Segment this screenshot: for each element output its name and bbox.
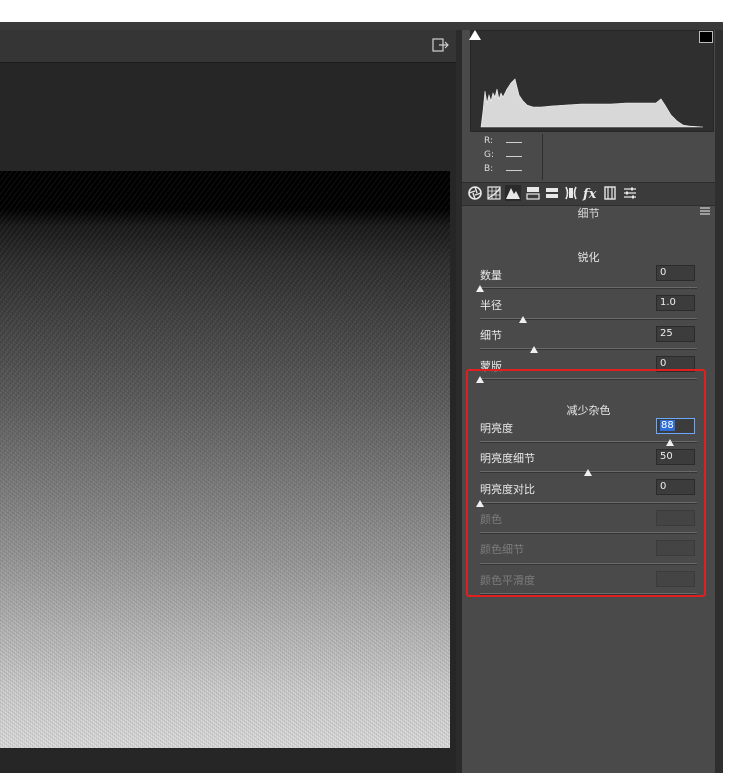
masking-value-field[interactable]: 0 [656,356,695,372]
lens-icon[interactable] [563,185,579,201]
photo-preview [0,171,450,748]
image-preview-area [0,30,456,773]
amount-value-field[interactable]: 0 [656,265,695,281]
color-smoothness-value-field [656,571,695,587]
r-label: R: [484,136,494,146]
basic-aperture-icon[interactable] [467,185,483,201]
color-smoothness-slider-track [480,593,697,595]
hsl-icon[interactable] [525,185,541,201]
preview-toolbar [0,30,456,63]
luminance-slider-track[interactable] [480,441,697,443]
detail-slider-thumb[interactable] [530,346,538,353]
camera-calibration-icon[interactable] [602,185,618,201]
panel-menu-icon[interactable] [699,206,711,216]
rgb-readout: R: G: B: [472,134,543,180]
color-slider-track [480,532,697,534]
amount-slider-thumb[interactable] [476,285,484,292]
b-label: B: [484,164,494,174]
panel-tabs: fx [462,182,715,206]
luminance-slider-thumb[interactable] [666,439,674,446]
masking-label: 蒙版 [480,360,502,373]
luminance-contrast-value-field[interactable]: 0 [656,479,695,495]
tone-curve-icon[interactable] [486,185,502,201]
histogram [468,30,714,132]
highlight-clipping-icon[interactable] [699,31,713,43]
luminance-detail-value-field[interactable]: 50 [656,449,695,465]
luminance-detail-slider-thumb[interactable] [584,469,592,476]
luminance-detail-label: 明亮度细节 [480,452,535,465]
color-detail-slider-track [480,563,697,565]
masking-slider-track[interactable] [480,378,697,380]
photo-noise-texture [0,171,450,748]
color-detail-label: 颜色细节 [480,543,524,556]
split-toning-icon[interactable] [544,185,560,201]
radius-slider-thumb[interactable] [519,316,527,323]
detail-value-field[interactable]: 25 [656,326,695,342]
histogram-graph [480,78,704,128]
luminance-value-selected: 88 [660,420,675,431]
g-label: G: [484,150,495,160]
svg-text:fx: fx [582,187,597,201]
fx-icon[interactable]: fx [582,185,598,202]
luminance-value-field[interactable]: 88 [656,418,695,434]
r-value-dash [506,142,522,143]
noise-reduction-title: 减少杂色 [566,404,611,417]
shadow-clipping-icon[interactable] [468,30,482,42]
export-icon[interactable] [432,37,450,53]
radius-value-field[interactable]: 1.0 [656,295,695,311]
luminance-contrast-slider-thumb[interactable] [476,500,484,507]
color-smoothness-label: 颜色平滑度 [480,574,535,587]
b-value-dash [506,170,522,171]
amount-label: 数量 [480,269,502,282]
camera-raw-window: R: G: B: fx 细节 锐化 数量 0 半径 1.0 细节 25 蒙版 0… [0,22,723,773]
amount-slider-track[interactable] [480,287,697,289]
panel-title: 细节 [577,207,600,220]
radius-slider-track[interactable] [480,318,697,320]
sharpening-title: 锐化 [577,251,600,264]
luminance-contrast-slider-track[interactable] [480,502,697,504]
color-detail-value-field [656,540,695,556]
presets-icon[interactable] [622,185,638,201]
masking-slider-thumb[interactable] [476,376,484,383]
luminance-contrast-label: 明亮度对比 [480,483,535,496]
detail-slider-track[interactable] [480,348,697,350]
luminance-label: 明亮度 [480,422,513,435]
detail-icon[interactable] [505,185,521,201]
radius-label: 半径 [480,299,502,312]
color-label: 颜色 [480,513,502,526]
panel-scrollbar[interactable] [715,30,723,773]
color-value-field [656,510,695,526]
adjustment-panel: R: G: B: fx 细节 锐化 数量 0 半径 1.0 细节 25 蒙版 0… [462,30,715,773]
g-value-dash [506,156,522,157]
window-edge [723,0,730,773]
detail-label: 细节 [480,329,502,342]
